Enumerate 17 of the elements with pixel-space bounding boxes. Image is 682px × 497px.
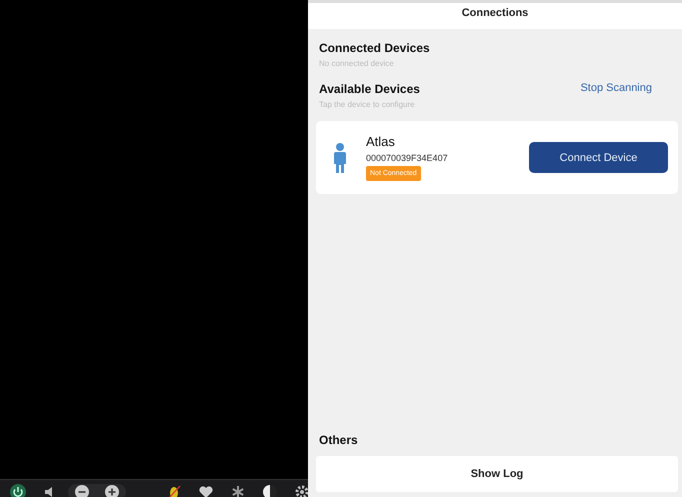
heart-icon[interactable] (198, 484, 214, 497)
device-name: Atlas (366, 134, 395, 149)
contrast-icon[interactable] (262, 484, 278, 497)
show-log-button[interactable]: Show Log (316, 456, 678, 492)
connect-device-button[interactable]: Connect Device (529, 142, 668, 173)
section-heading: Others (319, 433, 359, 447)
device-serial: 000070039F34E407 (366, 153, 448, 163)
settings-icon[interactable] (294, 484, 310, 497)
stop-scanning-link[interactable]: Stop Scanning (580, 82, 652, 94)
section-heading: Available Devices (319, 82, 420, 96)
power-icon[interactable] (10, 484, 26, 497)
plus-icon[interactable] (104, 484, 120, 497)
person-icon (332, 142, 348, 172)
minus-icon[interactable] (74, 484, 90, 497)
section-heading: Connected Devices (319, 41, 431, 55)
panel-title: Connections (308, 3, 682, 29)
asterisk-icon[interactable] (230, 484, 246, 497)
